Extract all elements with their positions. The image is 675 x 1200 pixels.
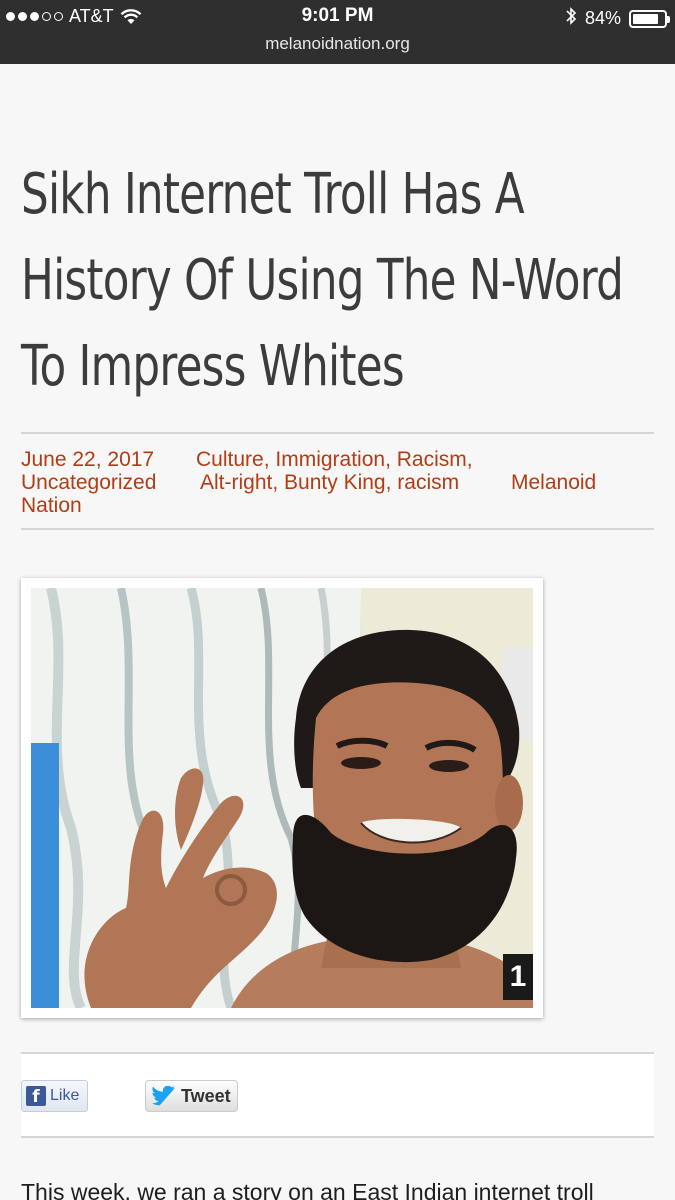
battery-level	[633, 13, 659, 24]
bluetooth-icon	[565, 6, 577, 31]
tag-link-racism[interactable]: racism	[397, 471, 459, 494]
facebook-like-button[interactable]: f Like	[21, 1080, 89, 1112]
address-bar[interactable]: melanoidnation.org	[0, 34, 675, 54]
tag-link-alt-right[interactable]: Alt-right	[200, 471, 272, 494]
featured-image[interactable]: 1	[31, 588, 533, 1008]
post-date-link[interactable]: June 22, 2017	[21, 448, 154, 471]
category-link-culture[interactable]: Culture	[196, 448, 264, 471]
author-link[interactable]: Melanoid	[511, 471, 596, 494]
like-label: Like	[50, 1087, 80, 1104]
tweet-button[interactable]: Tweet	[145, 1080, 238, 1112]
category-list: Culture, Immigration, Racism,	[196, 448, 473, 471]
battery-icon	[629, 9, 670, 28]
share-buttons: f Like Tweet	[21, 1052, 654, 1138]
category-link-uncategorized[interactable]: Uncategorized	[21, 471, 156, 494]
featured-image-frame: 1	[21, 578, 543, 1018]
status-right: 84%	[565, 6, 670, 31]
author-link-continued[interactable]: Nation	[21, 494, 82, 517]
twitter-bird-icon	[152, 1086, 176, 1106]
facebook-icon: f	[26, 1086, 46, 1107]
post-meta: June 22, 2017 Culture, Immigration, Raci…	[21, 448, 654, 518]
article-body-paragraph: This week, we ran a story on an East Ind…	[21, 1179, 594, 1200]
tag-link-bunty-king[interactable]: Bunty King	[284, 471, 386, 494]
meta-divider	[21, 528, 654, 530]
tag-list: Alt-right, Bunty King, racism	[200, 471, 460, 494]
tweet-label: Tweet	[181, 1085, 231, 1106]
status-bar: AT&T 9:01 PM 84% melanoidnation.org	[0, 0, 675, 64]
category-link-immigration[interactable]: Immigration	[275, 448, 385, 471]
category-link-racism[interactable]: Racism	[397, 448, 467, 471]
article-title: Sikh Internet Troll Has A History Of Usi…	[21, 162, 624, 399]
title-divider	[21, 432, 654, 434]
image-number-badge: 1	[503, 954, 533, 1000]
battery-percentage: 84%	[584, 8, 621, 28]
article: Sikh Internet Troll Has A History Of Usi…	[21, 64, 654, 1200]
